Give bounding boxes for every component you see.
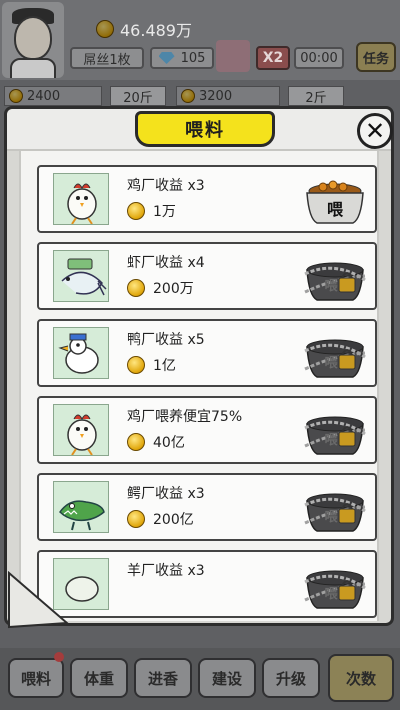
upgrade-item[interactable]: 羊厂收益 x3 喂 bbox=[37, 550, 377, 618]
coin-icon bbox=[127, 279, 145, 297]
nav-label: 体重 bbox=[83, 669, 114, 688]
task-button[interactable]: 任务 bbox=[356, 42, 396, 72]
item-name: 鸭厂收益 x5 bbox=[127, 332, 205, 348]
coin-icon bbox=[127, 433, 145, 451]
item-cost-value: 200亿 bbox=[153, 512, 194, 528]
item-cost-value: 40亿 bbox=[153, 435, 185, 451]
close-icon: ✕ bbox=[364, 117, 386, 145]
coin-icon bbox=[181, 89, 195, 103]
player-avatar[interactable] bbox=[2, 2, 64, 78]
shop-icon[interactable] bbox=[216, 40, 250, 72]
svg-text:喂: 喂 bbox=[324, 433, 338, 448]
gem-icon bbox=[158, 52, 175, 64]
locked-feed-bowl-icon[interactable]: 喂 bbox=[301, 483, 369, 535]
coin-total: 46.489万 bbox=[96, 18, 192, 40]
shrimp-icon bbox=[53, 250, 109, 302]
chicken-icon bbox=[53, 173, 109, 225]
modal-title: 喂料 bbox=[135, 111, 275, 147]
locked-feed-bowl-icon[interactable]: 喂 bbox=[301, 329, 369, 381]
coin-icon bbox=[127, 202, 145, 220]
svg-text:喂: 喂 bbox=[324, 510, 338, 525]
stat-unit: 2斤 bbox=[305, 90, 327, 106]
nav-label: 次数 bbox=[345, 669, 376, 688]
feed-bowl-icon[interactable]: 喂 bbox=[301, 175, 369, 227]
stat-unit-1: 20斤 bbox=[110, 86, 166, 106]
page-curl-decoration bbox=[8, 571, 70, 629]
feed-modal: 喂料 ✕ 鸡厂收益 x3 1万喂虾厂收益 x4 200万喂鸭厂收益 x5 1亿喂鸡厂喂… bbox=[4, 106, 394, 629]
nav-incense-button[interactable]: 进香 bbox=[134, 658, 192, 698]
nav-label: 升级 bbox=[275, 669, 306, 688]
nav-weight-button[interactable]: 体重 bbox=[70, 658, 128, 698]
rank-badge: 屌丝1枚 bbox=[70, 47, 144, 69]
coin-icon bbox=[96, 20, 114, 38]
crocodile-icon bbox=[53, 481, 109, 533]
item-cost: 200万 bbox=[127, 278, 194, 298]
coin-icon bbox=[127, 510, 145, 528]
stat-value: 3200 bbox=[199, 88, 233, 104]
rank-label: 屌丝1枚 bbox=[83, 52, 131, 68]
stat-unit-2: 2斤 bbox=[288, 86, 344, 106]
nav-label: 进香 bbox=[147, 669, 178, 688]
svg-text:喂: 喂 bbox=[324, 279, 338, 294]
stat-unit: 20斤 bbox=[123, 90, 153, 106]
nav-count-button[interactable]: 次数 bbox=[328, 654, 394, 702]
item-cost: 200亿 bbox=[127, 509, 194, 529]
stat-bar-1: 2400 bbox=[4, 86, 102, 106]
gem-counter: 105 bbox=[150, 47, 214, 69]
upgrade-item[interactable]: 鳄厂收益 x3 200亿 喂 bbox=[37, 473, 377, 541]
gem-count: 105 bbox=[180, 50, 206, 66]
item-name: 鸡厂喂养便宜75% bbox=[127, 409, 243, 425]
nav-feed-button[interactable]: 喂料 bbox=[8, 658, 64, 698]
item-cost-value: 1万 bbox=[153, 204, 176, 220]
item-cost: 1亿 bbox=[127, 355, 176, 375]
timer-value: 00:00 bbox=[300, 50, 338, 66]
timer: 00:00 bbox=[294, 47, 344, 69]
task-label: 任务 bbox=[362, 51, 389, 67]
avatar-body bbox=[10, 58, 56, 78]
locked-feed-bowl-icon[interactable]: 喂 bbox=[301, 560, 369, 612]
upgrade-item[interactable]: 鸡厂喂养便宜75% 40亿 喂 bbox=[37, 396, 377, 464]
multiplier-badge[interactable]: X2 bbox=[256, 46, 290, 70]
nav-upgrade-button[interactable]: 升级 bbox=[262, 658, 320, 698]
notification-dot bbox=[54, 652, 64, 662]
svg-text:喂: 喂 bbox=[324, 356, 338, 371]
svg-text:喂: 喂 bbox=[324, 587, 338, 602]
item-cost: 1万 bbox=[127, 201, 176, 221]
svg-text:喂: 喂 bbox=[327, 200, 344, 219]
item-cost-value: 1亿 bbox=[153, 358, 176, 374]
stat-bar-2: 3200 bbox=[176, 86, 280, 106]
coin-icon bbox=[9, 89, 23, 103]
nav-label: 喂料 bbox=[20, 669, 51, 688]
multiplier-label: X2 bbox=[262, 50, 284, 66]
item-cost-value: 200万 bbox=[153, 281, 194, 297]
nav-build-button[interactable]: 建设 bbox=[198, 658, 256, 698]
nav-label: 建设 bbox=[211, 669, 242, 688]
item-name: 虾厂收益 x4 bbox=[127, 255, 205, 271]
chicken-icon bbox=[53, 404, 109, 456]
locked-feed-bowl-icon[interactable]: 喂 bbox=[301, 406, 369, 458]
upgrade-item[interactable]: 鸭厂收益 x5 1亿 喂 bbox=[37, 319, 377, 387]
upgrade-list[interactable]: 鸡厂收益 x3 1万喂虾厂收益 x4 200万喂鸭厂收益 x5 1亿喂鸡厂喂养便宜75… bbox=[19, 151, 379, 621]
avatar-face bbox=[14, 16, 52, 60]
coin-icon bbox=[127, 356, 145, 374]
stat-value: 2400 bbox=[27, 88, 61, 104]
duck-icon bbox=[53, 327, 109, 379]
modal-title-text: 喂料 bbox=[185, 120, 225, 141]
upgrade-item[interactable]: 虾厂收益 x4 200万 喂 bbox=[37, 242, 377, 310]
item-name: 鸡厂收益 x3 bbox=[127, 178, 205, 194]
item-name: 羊厂收益 x3 bbox=[127, 563, 205, 579]
item-cost: 40亿 bbox=[127, 432, 185, 452]
upgrade-item[interactable]: 鸡厂收益 x3 1万 喂 bbox=[37, 165, 377, 233]
close-button[interactable]: ✕ bbox=[357, 113, 393, 149]
locked-feed-bowl-icon[interactable]: 喂 bbox=[301, 252, 369, 304]
item-name: 鳄厂收益 x3 bbox=[127, 486, 205, 502]
coin-total-value: 46.489万 bbox=[120, 21, 192, 40]
